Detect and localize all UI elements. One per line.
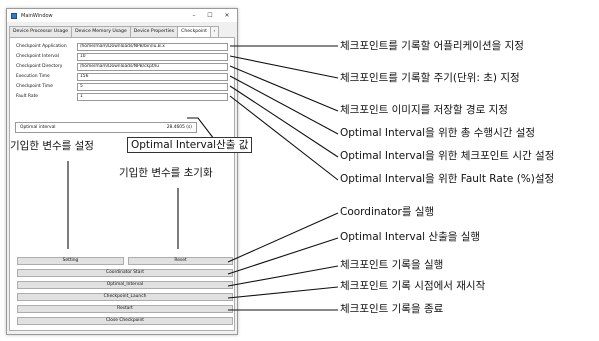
optimal-interval-button[interactable]: Optimal_Interval bbox=[17, 281, 233, 289]
coordinator-start-button[interactable]: Coordinator Start bbox=[17, 269, 233, 277]
field-checkpoint-time: Checkpoint Time 5 bbox=[16, 83, 228, 91]
annotation-launch: 체크포인트 기록을 실행 bbox=[340, 259, 444, 271]
field-label: Checkpoint Directory bbox=[16, 64, 63, 69]
checkpoint-application-input[interactable]: /home/mam/Downloads/NPB/bin/lu.B.x bbox=[77, 43, 228, 51]
checkpoint-launch-button[interactable]: Checkpoint_Launch bbox=[17, 293, 233, 301]
minimize-icon[interactable]: – bbox=[187, 9, 201, 22]
annotation-ckpt-time: Optimal Interval을 위한 체크포인트 시간 설정 bbox=[340, 150, 555, 162]
window-title: MainWindow bbox=[21, 12, 53, 19]
checkpoint-directory-input[interactable]: /home/mam/Downloads/NPB/ckpt/lu bbox=[77, 63, 228, 71]
connector-optimal-calc bbox=[227, 237, 339, 275]
field-execution-time: Execution Time 156 bbox=[16, 73, 228, 81]
field-label: Fault Rate bbox=[16, 94, 38, 99]
annotation-coordinator: Coordinator를 실행 bbox=[340, 206, 435, 218]
optimal-interval-value: 28.4605 (s) bbox=[166, 125, 192, 130]
annotation-app: 체크포인트를 기록할 어플리케이션을 지정 bbox=[340, 40, 524, 52]
field-label: Checkpoint Time bbox=[16, 84, 53, 89]
tab-scroll-left-icon[interactable]: ‹ bbox=[209, 26, 219, 37]
connector-exec-time bbox=[229, 75, 339, 135]
annotation-exec-time: Optimal Interval을 위한 총 수행시간 설정 bbox=[340, 127, 536, 139]
maximize-icon[interactable]: ☐ bbox=[203, 9, 217, 22]
annotation-optimal-calc: Optimal Interval 산출을 실행 bbox=[340, 231, 481, 243]
close-checkpoint-button[interactable]: Close Checkpoint bbox=[17, 317, 233, 325]
annotation-directory: 체크포인트 이미지를 저장할 경로 지정 bbox=[340, 104, 508, 116]
execution-time-input[interactable]: 156 bbox=[77, 73, 228, 81]
tab-device-memory-usage[interactable]: Device Memory Usage bbox=[71, 26, 131, 37]
tab-device-processor-usage[interactable]: Device Processor Usage bbox=[9, 26, 73, 37]
annotation-optimal-value: Optimal Interval산출 값 bbox=[127, 137, 253, 153]
tab-strip: Device Processor Usage Device Memory Usa… bbox=[9, 26, 235, 38]
field-fault-rate: Fault Rate 1 bbox=[16, 93, 228, 101]
annotation-interval: 체크포인트를 기록할 주기(단위: 초) 지정 bbox=[340, 72, 520, 84]
optimal-interval-label: Optimal interval bbox=[20, 125, 56, 130]
tab-device-properties[interactable]: Device Properties bbox=[129, 26, 179, 37]
annotation-restart: 체크포인트 기록 시점에서 재시작 bbox=[340, 280, 486, 292]
connector-launch bbox=[227, 265, 339, 287]
connector-restart bbox=[227, 286, 339, 299]
restart-button[interactable]: Restart bbox=[17, 305, 233, 313]
checkpoint-panel: Checkpoint Application /home/mam/Downloa… bbox=[9, 37, 235, 331]
annotation-close: 체크포인트 기록을 종료 bbox=[340, 303, 444, 315]
field-label: Checkpoint Application bbox=[16, 44, 67, 49]
checkpoint-time-input[interactable]: 5 bbox=[77, 83, 228, 91]
connector-coordinator bbox=[227, 212, 339, 263]
field-label: Execution Time bbox=[16, 74, 50, 79]
reset-button[interactable]: Reset bbox=[128, 257, 233, 265]
field-checkpoint-application: Checkpoint Application /home/mam/Downloa… bbox=[16, 43, 228, 51]
setting-button[interactable]: Setting bbox=[17, 257, 124, 265]
connector-directory bbox=[229, 65, 339, 112]
optimal-interval-output: Optimal interval 28.4605 (s) bbox=[15, 122, 197, 133]
annotation-fault-rate: Optimal Interval을 위한 Fault Rate (%)설정 bbox=[340, 173, 555, 185]
annotation-setting: 기입한 변수를 설정 bbox=[10, 140, 94, 152]
app-icon bbox=[11, 12, 17, 19]
close-icon[interactable]: ✕ bbox=[220, 9, 234, 22]
title-bar: MainWindow – ☐ ✕ bbox=[7, 9, 237, 22]
field-label: Checkpoint Interval bbox=[16, 54, 59, 59]
field-checkpoint-interval: Checkpoint Interval 10 bbox=[16, 53, 228, 61]
annotation-reset: 기입한 변수를 초기화 bbox=[119, 167, 213, 179]
checkpoint-interval-input[interactable]: 10 bbox=[77, 53, 228, 61]
connector-interval bbox=[229, 55, 339, 79]
field-checkpoint-directory: Checkpoint Directory /home/mam/Downloads… bbox=[16, 63, 228, 71]
fault-rate-input[interactable]: 1 bbox=[77, 93, 228, 101]
